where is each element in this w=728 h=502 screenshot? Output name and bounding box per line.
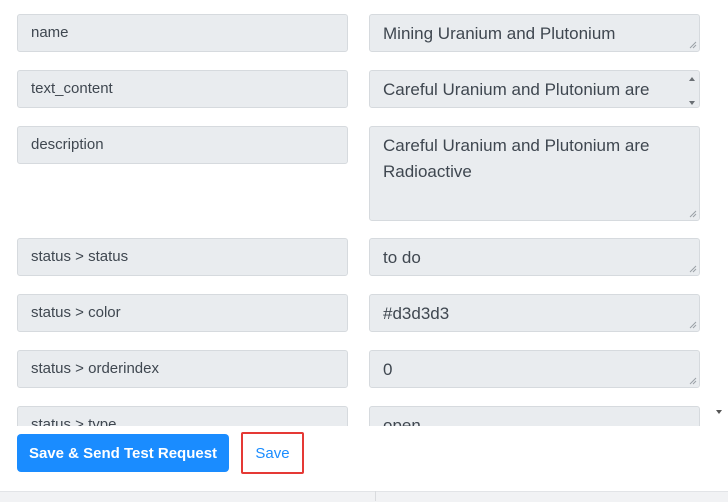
resize-handle-icon[interactable] — [688, 264, 697, 273]
field-mapping-panel: name Mining Uranium and Plutonium text_c… — [0, 0, 728, 502]
field-value-text: 0 — [383, 360, 393, 379]
field-value-input[interactable]: Careful Uranium and Plutonium are Radioa… — [369, 126, 700, 221]
field-key: status > orderindex — [17, 350, 348, 388]
field-value-input[interactable]: #d3d3d3 — [369, 294, 700, 332]
field-value-input[interactable]: 0 — [369, 350, 700, 388]
scroll-up-icon[interactable] — [689, 77, 695, 81]
field-value-text: Careful Uranium and Plutonium are Radioa… — [383, 136, 650, 181]
field-value-text: to do — [383, 248, 421, 267]
bottom-separator — [375, 491, 376, 501]
resize-handle-icon[interactable] — [688, 40, 697, 49]
field-value-text: Mining Uranium and Plutonium — [383, 24, 616, 43]
action-footer: Save & Send Test Request Save — [0, 426, 728, 501]
save-button[interactable]: Save — [241, 432, 304, 474]
field-key: status > color — [17, 294, 348, 332]
field-key: status > status — [17, 238, 348, 276]
list-scrollbar[interactable] — [711, 0, 728, 426]
field-scrollbar[interactable] — [687, 74, 697, 107]
resize-handle-icon[interactable] — [688, 376, 697, 385]
field-key: description — [17, 126, 348, 164]
field-value-text: open — [383, 416, 421, 426]
resize-handle-icon[interactable] — [688, 209, 697, 218]
field-key: status > type — [17, 406, 348, 426]
field-value-input[interactable]: Careful Uranium and Plutonium are Radioa… — [369, 70, 700, 108]
resize-handle-icon[interactable] — [688, 320, 697, 329]
field-value-text: Careful Uranium and Plutonium are Radioa… — [383, 80, 650, 107]
field-value-input[interactable]: to do — [369, 238, 700, 276]
scroll-down-icon[interactable] — [689, 101, 695, 105]
field-value-text: #d3d3d3 — [383, 304, 450, 323]
scroll-down-icon[interactable] — [716, 410, 722, 414]
bottom-divider — [0, 491, 728, 502]
save-and-send-test-request-button[interactable]: Save & Send Test Request — [17, 434, 229, 472]
field-key: name — [17, 14, 348, 52]
field-value-input[interactable]: open — [369, 406, 700, 426]
field-key: text_content — [17, 70, 348, 108]
field-mapping-list[interactable]: name Mining Uranium and Plutonium text_c… — [0, 0, 710, 426]
field-value-input[interactable]: Mining Uranium and Plutonium — [369, 14, 700, 52]
